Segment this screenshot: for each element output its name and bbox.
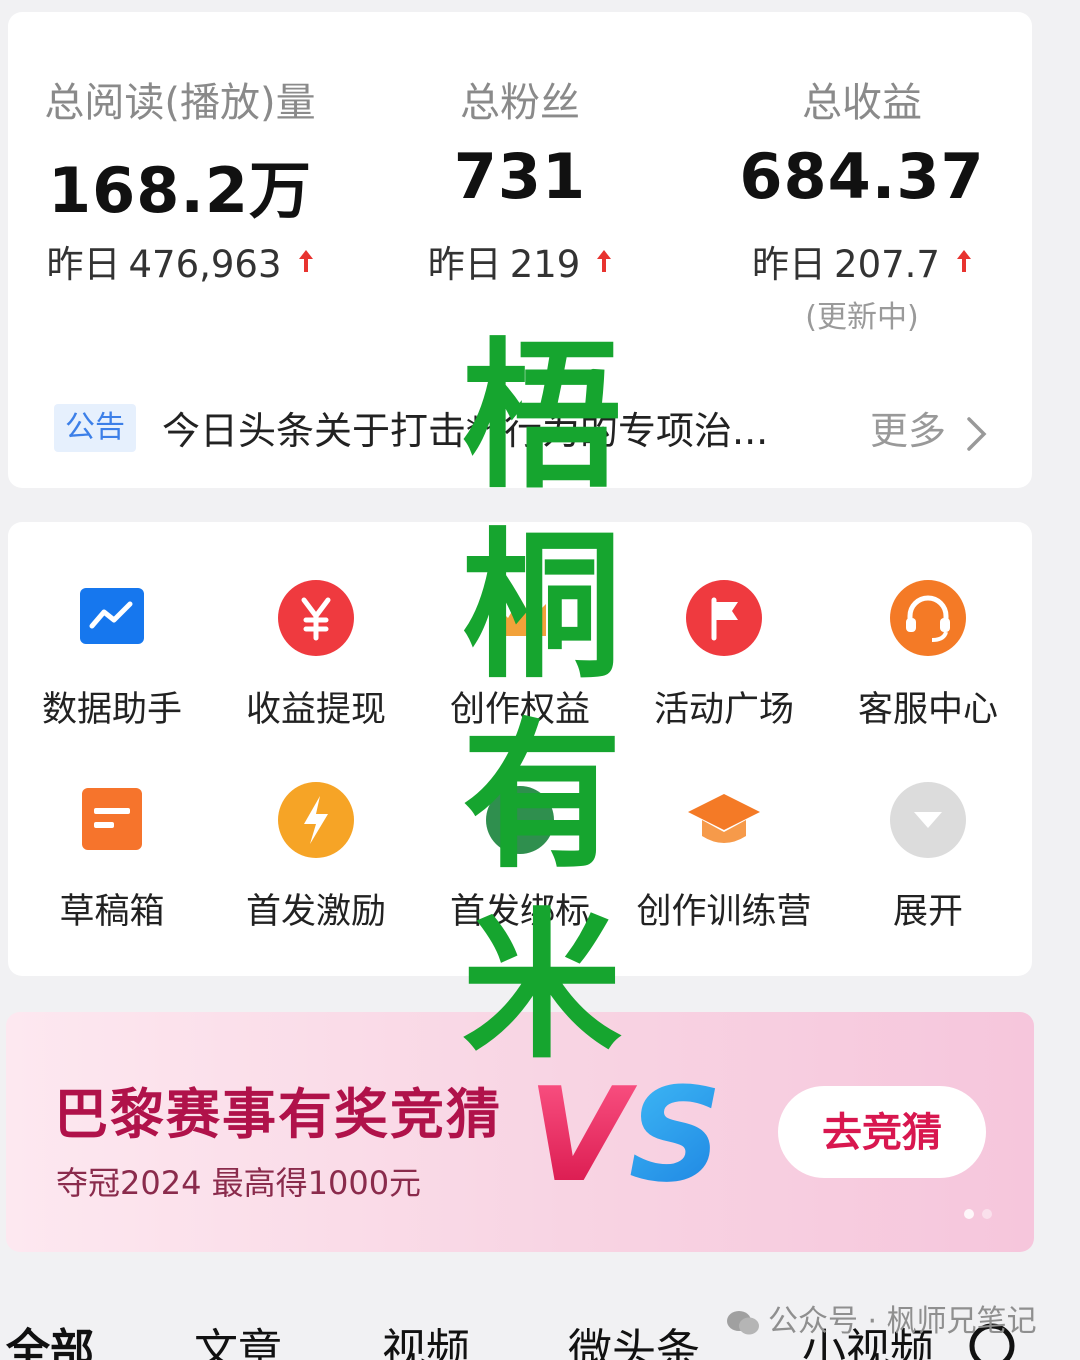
tool-label: 首发绑标 xyxy=(449,892,590,932)
flag-icon xyxy=(684,578,764,658)
tool-label: 收益提现 xyxy=(245,690,386,730)
tool-creator-training-camp[interactable]: 创作训练营 xyxy=(622,780,826,970)
stat-value: 168.2万 xyxy=(47,154,313,227)
tab-articles[interactable]: 文章 xyxy=(194,1314,282,1360)
stat-yesterday: 昨日 207.7 xyxy=(692,234,1032,288)
channel-watermark-text: 公众号 · 枫师兄笔记 xyxy=(768,1304,1037,1339)
crown-icon xyxy=(480,578,560,658)
tool-label: 创作权益 xyxy=(449,690,590,730)
tool-label: 草稿箱 xyxy=(59,892,165,932)
carousel-dot xyxy=(964,1209,974,1219)
graduation-cap-icon xyxy=(684,780,764,860)
yesterday-value: 207.7 xyxy=(834,243,940,286)
tab-videos[interactable]: 视频 xyxy=(382,1314,470,1360)
channel-watermark: 公众号 · 枫师兄笔记 xyxy=(726,1296,1037,1340)
wechat-icon xyxy=(727,1311,759,1335)
vs-graphic: VS xyxy=(528,1059,722,1211)
tool-first-release-incentive[interactable]: 首发激励 xyxy=(214,780,418,970)
stat-yesterday: 昨日 476,963 xyxy=(10,234,350,288)
tab-micro-posts[interactable]: 微头条 xyxy=(568,1314,700,1360)
chevron-right-icon[interactable] xyxy=(966,416,988,456)
tool-label: 数据助手 xyxy=(41,690,182,730)
yesterday-value: 219 xyxy=(509,243,581,286)
vs-v-letter: VS xyxy=(528,1059,722,1211)
promo-banner[interactable]: 巴黎赛事有奖竞猜 夺冠2024 最高得1000元 VS 去竞猜 xyxy=(6,1012,1034,1252)
badge-icon xyxy=(480,780,560,860)
tool-customer-service[interactable]: 客服中心 xyxy=(826,578,1030,768)
notice-more-link[interactable]: 更多 xyxy=(870,400,946,455)
stat-value: 684.37 xyxy=(739,140,985,213)
carousel-dot xyxy=(982,1209,992,1219)
yuan-icon xyxy=(276,578,356,658)
tools-card: 数据助手 收益提现 创作权益 活动广场 客服中心 草稿箱 首发激励 首发绑标 创… xyxy=(8,522,1032,976)
tool-creator-benefits[interactable]: 创作权益 xyxy=(418,578,622,768)
tool-label: 首发激励 xyxy=(245,892,386,932)
stat-label: 总收益 xyxy=(802,80,922,126)
tool-label: 活动广场 xyxy=(653,690,794,730)
stat-value: 731 xyxy=(453,140,587,213)
notice-bar[interactable]: 公告 今日头条关于打击**行为的专项治... 更多 xyxy=(8,392,1032,464)
tool-income-withdraw[interactable]: 收益提现 xyxy=(214,578,418,768)
banner-title: 巴黎赛事有奖竞猜 xyxy=(54,1083,502,1146)
arrow-up-icon xyxy=(596,239,612,282)
yesterday-label: 昨日 xyxy=(46,243,121,286)
tool-label: 展开 xyxy=(892,892,963,932)
headset-icon xyxy=(888,578,968,658)
tool-label: 客服中心 xyxy=(857,690,998,730)
stat-label: 总粉丝 xyxy=(460,80,580,126)
notice-text[interactable]: 今日头条关于打击**行为的专项治... xyxy=(162,400,842,455)
vs-v-part: V xyxy=(528,1059,638,1211)
yesterday-value: 476,963 xyxy=(128,243,282,286)
draft-box-icon xyxy=(72,780,152,860)
tool-first-release-badge[interactable]: 首发绑标 xyxy=(418,780,622,970)
tool-draft-box[interactable]: 草稿箱 xyxy=(10,780,214,970)
banner-subtitle: 夺冠2024 最高得1000元 xyxy=(56,1164,422,1202)
data-chart-icon xyxy=(72,578,152,658)
arrow-up-icon xyxy=(956,239,972,282)
arrow-up-icon xyxy=(298,239,314,282)
tool-data-assistant[interactable]: 数据助手 xyxy=(10,578,214,768)
tool-label: 创作训练营 xyxy=(636,892,812,932)
stat-yesterday: 昨日 219 xyxy=(350,234,690,288)
guess-button[interactable]: 去竞猜 xyxy=(778,1086,986,1178)
tab-all[interactable]: 全部 xyxy=(6,1314,94,1360)
carousel-indicator xyxy=(964,1204,1000,1223)
stat-label: 总阅读(播放)量 xyxy=(44,80,316,126)
updating-note: (更新中) xyxy=(805,300,919,335)
tool-expand[interactable]: 展开 xyxy=(826,780,1030,970)
stats-card: 总阅读(播放)量 168.2万 昨日 476,963 总粉丝 731 昨日 219 … xyxy=(8,12,1032,488)
tool-activity-square[interactable]: 活动广场 xyxy=(622,578,826,768)
vs-s-part: S xyxy=(629,1059,723,1211)
yesterday-label: 昨日 xyxy=(427,243,502,286)
chevron-down-icon xyxy=(888,780,968,860)
lightning-icon xyxy=(276,780,356,860)
yesterday-label: 昨日 xyxy=(752,243,827,286)
notice-tag: 公告 xyxy=(54,404,136,452)
